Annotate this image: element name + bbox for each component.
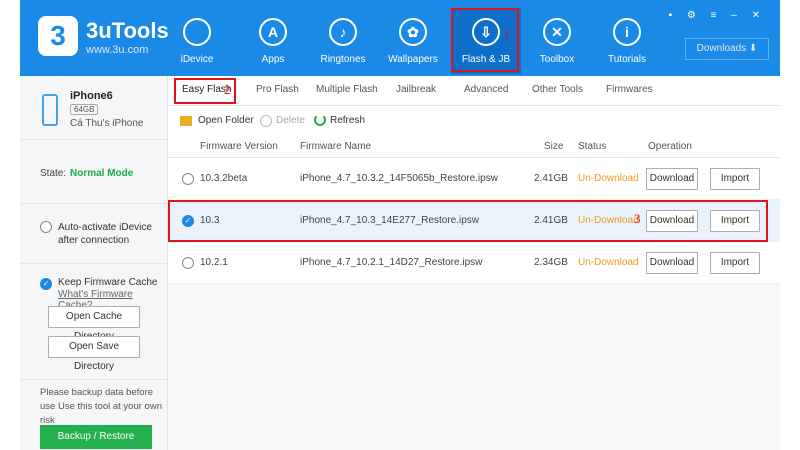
col-firmware-version: Firmware Version	[200, 141, 278, 152]
open-cache-directory-button[interactable]: Open Cache Directory	[48, 306, 140, 342]
col-status: Status	[578, 141, 607, 152]
firmware-version: 10.2.1	[200, 257, 228, 268]
row-radio[interactable]	[182, 257, 194, 269]
downloads-button[interactable]: Downloads ⬇	[685, 38, 769, 60]
refresh-icon	[314, 114, 326, 126]
nav-ringtones[interactable]: ♪ Ringtones	[308, 18, 378, 72]
firmware-status: Un-Download	[578, 173, 639, 184]
table-header: Firmware Version Firmware Name Size Stat…	[168, 136, 780, 158]
keep-cache-label: Keep Firmware Cache	[58, 277, 158, 288]
toolbar: Open Folder Delete Refresh	[168, 106, 780, 136]
nav-toolbox[interactable]: ✕ Toolbox	[522, 18, 592, 72]
auto-activate-label: Auto-activate iDevice after connection	[58, 222, 152, 246]
auto-activate-radio[interactable]	[40, 221, 52, 233]
open-folder-button[interactable]: Open Folder	[198, 115, 254, 126]
tab-other-tools[interactable]: Other Tools	[532, 84, 583, 95]
tab-advanced[interactable]: Advanced	[464, 84, 508, 95]
download-button[interactable]: Download	[646, 252, 698, 274]
state-panel: State: Normal Mode	[20, 140, 168, 204]
delete-icon	[260, 115, 272, 127]
tab-pro-flash[interactable]: Pro Flash	[256, 84, 299, 95]
apple-icon	[183, 18, 211, 46]
toolbox-icon: ✕	[543, 18, 571, 46]
backup-restore-button[interactable]: Backup / Restore	[40, 425, 152, 449]
info-icon: i	[613, 18, 641, 46]
cache-panel: ✓ Keep Firmware Cache What's Firmware Ca…	[20, 264, 168, 380]
phone-icon	[42, 94, 58, 126]
open-save-directory-button[interactable]: Open Save Directory	[48, 336, 140, 372]
wallpaper-icon: ✿	[399, 18, 427, 46]
firmware-name: iPhone_4.7_10.2.1_14D27_Restore.ipsw	[300, 257, 483, 268]
tab-bar: Easy Flash 2 Pro Flash Multiple Flash Ja…	[168, 76, 780, 106]
state-value: Normal Mode	[70, 168, 134, 179]
annotation-number: 2	[224, 82, 231, 97]
nav-label: Toolbox	[539, 54, 575, 65]
bell-icon: ♪	[329, 18, 357, 46]
table-row[interactable]: 10.3.2beta iPhone_4.7_10.3.2_14F5065b_Re…	[168, 158, 780, 200]
col-size: Size	[544, 141, 564, 152]
tab-firmwares[interactable]: Firmwares	[606, 84, 653, 95]
warning-text: Please backup data before use Use this t…	[40, 387, 162, 426]
delete-button[interactable]: Delete	[276, 115, 305, 126]
firmware-size: 2.41GB	[534, 173, 568, 184]
col-operation: Operation	[648, 141, 692, 152]
nav-tutorials[interactable]: i Tutorials	[592, 18, 662, 72]
table-row[interactable]: 10.2.1 iPhone_4.7_10.2.1_14D27_Restore.i…	[168, 242, 780, 284]
tab-multiple-flash[interactable]: Multiple Flash	[316, 84, 378, 95]
window-controls[interactable]: ▪ ⚙ ≡ – ✕	[669, 10, 766, 21]
folder-icon	[180, 116, 192, 126]
annotation-number: 3	[634, 211, 641, 226]
import-button[interactable]: Import	[710, 168, 760, 190]
device-name: iPhone6	[70, 90, 113, 102]
main-content: Easy Flash 2 Pro Flash Multiple Flash Ja…	[168, 76, 780, 450]
nav-label: Ringtones	[320, 54, 366, 65]
annotation-box	[168, 200, 768, 242]
annotation-number: 1	[503, 28, 510, 43]
nav-wallpapers[interactable]: ✿ Wallpapers	[378, 18, 448, 72]
firmware-name: iPhone_4.7_10.3.2_14F5065b_Restore.ipsw	[300, 173, 498, 184]
firmware-version: 10.3.2beta	[200, 173, 248, 184]
nav-label: iDevice	[180, 54, 214, 65]
firmware-status: Un-Download	[578, 257, 639, 268]
logo-icon: 3	[38, 16, 78, 56]
nav-label: Apps	[261, 54, 285, 65]
app-url: www.3u.com	[86, 44, 149, 56]
nav-idevice[interactable]: iDevice	[162, 18, 232, 72]
device-panel: iPhone6 64GB Cá Thu's iPhone	[20, 76, 168, 140]
device-owner: Cá Thu's iPhone	[70, 118, 144, 129]
nav-label: Tutorials	[608, 54, 646, 65]
device-capacity-badge: 64GB	[70, 104, 99, 115]
import-button[interactable]: Import	[710, 252, 760, 274]
nav-label: Wallpapers	[388, 54, 438, 65]
nav-apps[interactable]: A Apps	[238, 18, 308, 72]
top-header: 3 3uTools www.3u.com iDevice A Apps ♪ Ri…	[20, 0, 780, 76]
row-radio[interactable]	[182, 173, 194, 185]
app-window: 3 3uTools www.3u.com iDevice A Apps ♪ Ri…	[20, 0, 780, 450]
empty-list-area	[168, 284, 780, 450]
state-label: State:	[40, 168, 67, 179]
auto-activate-panel: Auto-activate iDevice after connection	[20, 204, 168, 264]
download-button[interactable]: Download	[646, 168, 698, 190]
col-firmware-name: Firmware Name	[300, 141, 372, 152]
apps-icon: A	[259, 18, 287, 46]
tab-jailbreak[interactable]: Jailbreak	[396, 84, 436, 95]
sidebar: iPhone6 64GB Cá Thu's iPhone State: Norm…	[20, 76, 168, 450]
firmware-size: 2.34GB	[534, 257, 568, 268]
keep-cache-checkbox[interactable]: ✓	[40, 278, 52, 290]
app-title: 3uTools	[86, 18, 169, 43]
refresh-button[interactable]: Refresh	[330, 115, 365, 126]
